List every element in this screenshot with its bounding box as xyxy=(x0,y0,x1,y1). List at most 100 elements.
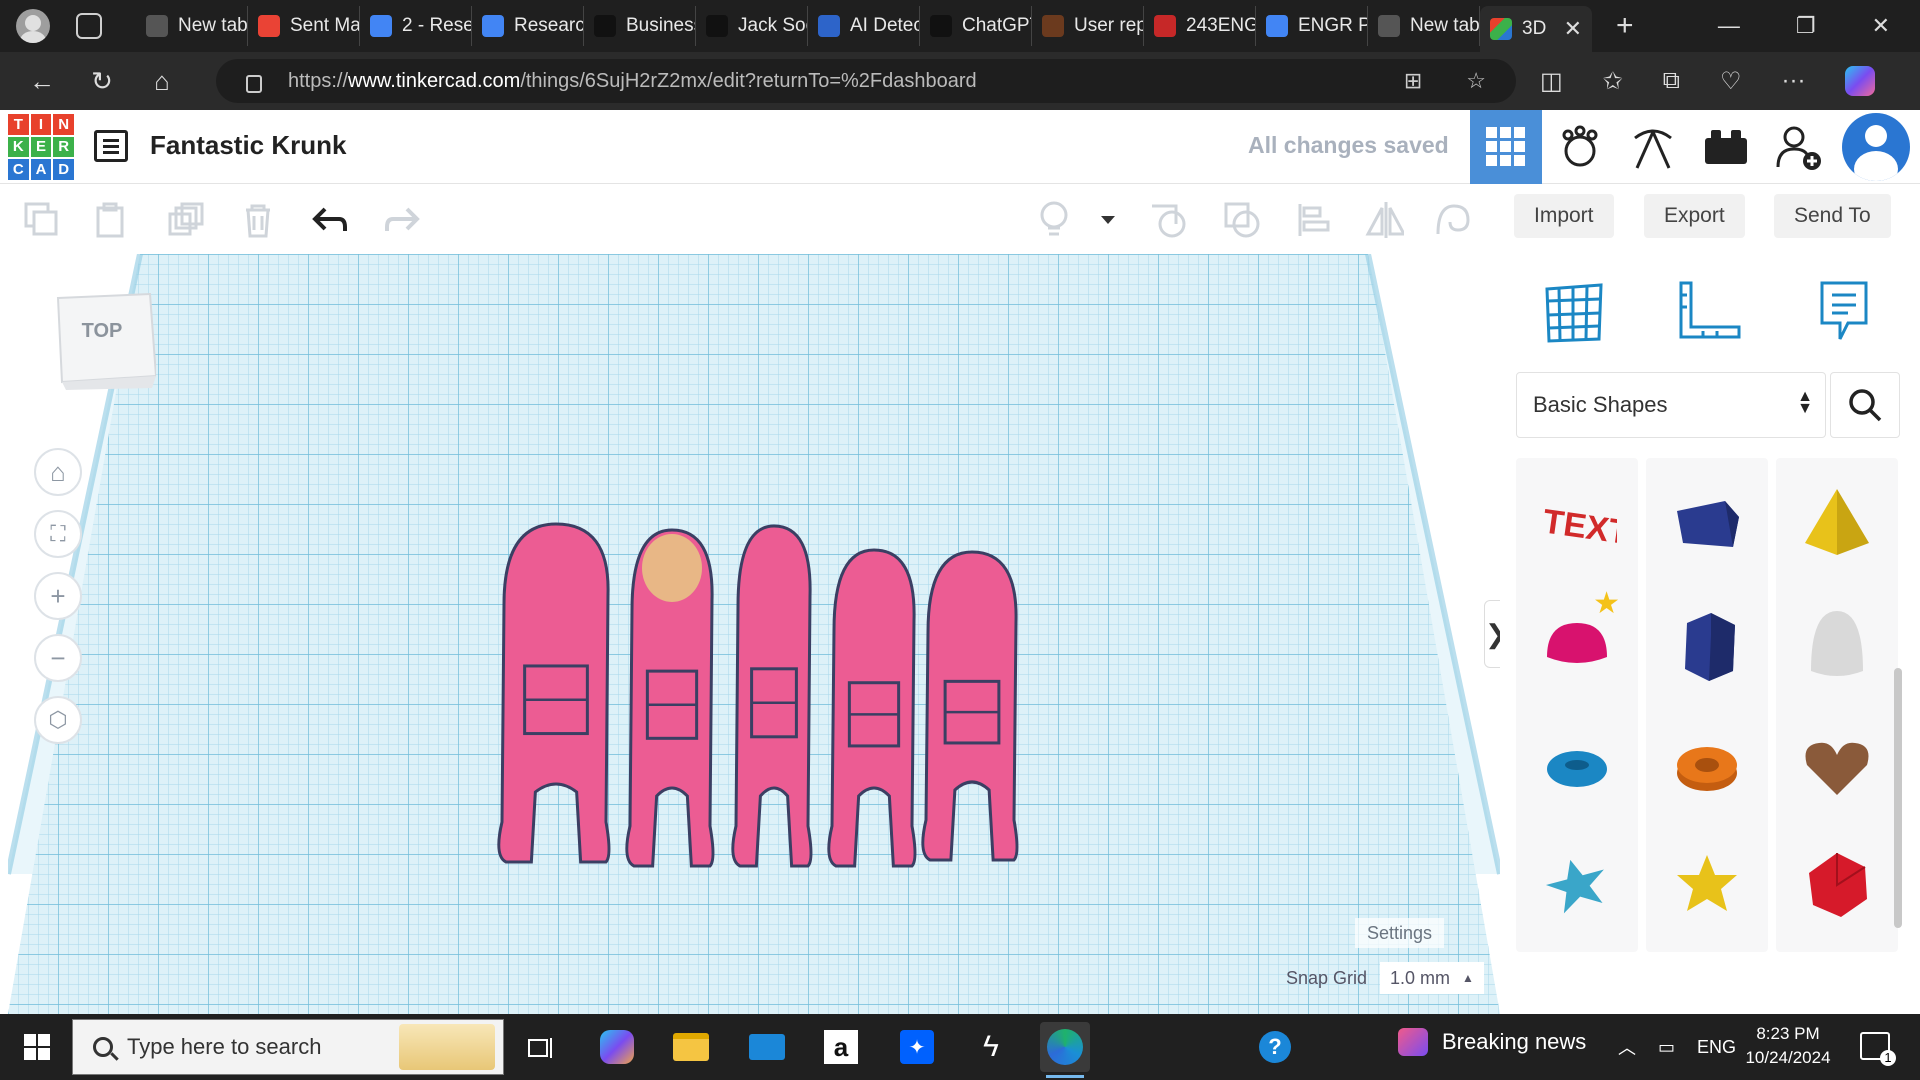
shape-star-six[interactable] xyxy=(1646,818,1768,952)
browser-tab[interactable]: ENGR P xyxy=(1256,6,1368,46)
shape-polygon[interactable] xyxy=(1646,578,1768,712)
workplane-viewport[interactable]: TOP xyxy=(8,254,1500,1014)
tab-tinkercad-active[interactable]: 3D ✕ xyxy=(1480,6,1592,52)
finger-models[interactable] xyxy=(497,522,1019,868)
menu-icon[interactable] xyxy=(94,130,128,162)
shape-star[interactable] xyxy=(1516,818,1638,952)
tinkercad-logo[interactable]: TIN KER CAD xyxy=(8,114,74,180)
home-icon[interactable]: ⌂ xyxy=(132,56,192,106)
close-window-icon[interactable]: ✕ xyxy=(1872,13,1890,39)
back-icon[interactable]: ← xyxy=(12,56,72,106)
collections-icon[interactable]: ⧉ xyxy=(1663,67,1680,95)
new-tab-icon[interactable]: + xyxy=(1616,9,1634,43)
taskbar-search[interactable]: Type here to search xyxy=(72,1019,504,1075)
task-view-icon[interactable] xyxy=(516,1022,566,1072)
browser-tab[interactable]: ChatGPT xyxy=(920,6,1032,46)
shape-half-sphere[interactable]: ★ xyxy=(1516,578,1638,712)
close-tab-icon[interactable]: ✕ xyxy=(1564,16,1582,42)
send-to-button[interactable]: Send To xyxy=(1774,194,1891,238)
3d-design-view-button[interactable] xyxy=(1470,110,1542,184)
shape-paraboloid[interactable] xyxy=(1776,578,1898,712)
browser-tab[interactable]: Business xyxy=(584,6,696,46)
notes-dropdown-icon[interactable] xyxy=(1088,200,1128,240)
shape-heart[interactable] xyxy=(1776,698,1898,832)
shape-tube[interactable] xyxy=(1646,698,1768,832)
file-explorer-icon[interactable] xyxy=(666,1022,716,1072)
settings-button[interactable]: Settings xyxy=(1355,918,1445,948)
workspaces-icon[interactable] xyxy=(76,13,102,39)
favorites-icon[interactable]: ✩ xyxy=(1603,67,1623,96)
shape-text[interactable]: TEXT xyxy=(1516,458,1638,592)
browser-tab[interactable]: Jack Soo xyxy=(696,6,808,46)
ruler-tool-button[interactable] xyxy=(1670,274,1746,350)
notes-tool-button[interactable] xyxy=(1806,274,1882,350)
view-cube[interactable]: TOP xyxy=(52,290,158,390)
minimize-icon[interactable]: — xyxy=(1718,13,1740,39)
user-avatar[interactable] xyxy=(1842,113,1910,181)
language-indicator[interactable]: ENG xyxy=(1697,1037,1736,1058)
delete-icon[interactable] xyxy=(238,200,278,240)
ungroup-icon[interactable] xyxy=(1222,200,1262,240)
start-button[interactable] xyxy=(24,1034,50,1060)
duplicate-icon[interactable] xyxy=(166,200,206,240)
shape-pyramid[interactable] xyxy=(1776,458,1898,592)
more-options-icon[interactable]: ··· xyxy=(1781,67,1805,95)
profile-icon[interactable] xyxy=(16,9,50,43)
browser-tab[interactable]: User rep xyxy=(1032,6,1144,46)
invite-user-button[interactable] xyxy=(1764,110,1836,184)
restore-icon[interactable]: ❐ xyxy=(1796,13,1816,39)
project-title[interactable]: Fantastic Krunk xyxy=(150,130,347,161)
browser-tab[interactable]: 243ENG xyxy=(1144,6,1256,46)
align-icon[interactable] xyxy=(1294,200,1334,240)
mail-icon[interactable] xyxy=(742,1022,792,1072)
browser-tab[interactable]: 2 - Research xyxy=(360,6,472,46)
address-bar[interactable]: https://www.tinkercad.com/things/6SujH2r… xyxy=(216,59,1516,103)
home-view-button[interactable]: ⌂ xyxy=(34,448,82,496)
copy-icon[interactable] xyxy=(22,200,62,240)
edge-browser-icon[interactable] xyxy=(1040,1022,1090,1078)
clock[interactable]: 8:23 PM 10/24/2024 xyxy=(1738,1022,1838,1070)
apps-icon[interactable]: ⊞ xyxy=(1404,68,1422,94)
nail-cap[interactable] xyxy=(642,534,702,602)
shape-search-button[interactable] xyxy=(1830,372,1900,438)
zoom-out-button[interactable]: − xyxy=(34,634,82,682)
notes-lightbulb-icon[interactable] xyxy=(1034,200,1074,240)
zoom-in-button[interactable]: + xyxy=(34,572,82,620)
workplane-grid[interactable] xyxy=(8,254,1500,1014)
shape-category-select[interactable]: Basic Shapes ▲ ▼ xyxy=(1516,372,1826,438)
browser-tab[interactable]: AI Detector xyxy=(808,6,920,46)
cruise-icon[interactable] xyxy=(1432,200,1472,240)
undo-icon[interactable] xyxy=(310,200,350,240)
browser-tab[interactable]: Sent Mail xyxy=(248,6,360,46)
snap-grid-select[interactable]: 1.0 mm ▲ xyxy=(1380,962,1484,994)
sim-lab-button[interactable] xyxy=(1544,110,1616,184)
refresh-icon[interactable]: ↻ xyxy=(72,56,132,106)
browser-tab[interactable]: New tab xyxy=(136,6,248,46)
export-button[interactable]: Export xyxy=(1644,194,1745,238)
favorite-star-icon[interactable]: ☆ xyxy=(1466,68,1486,94)
import-button[interactable]: Import xyxy=(1514,194,1614,238)
help-icon[interactable]: ? xyxy=(1250,1022,1300,1072)
notification-icon[interactable]: 1 xyxy=(1860,1032,1896,1066)
paste-icon[interactable] xyxy=(92,200,132,240)
workplane-tool-button[interactable] xyxy=(1536,274,1612,350)
browser-tab[interactable]: New tab xyxy=(1368,6,1480,46)
blocks-button[interactable] xyxy=(1690,110,1762,184)
redo-icon[interactable] xyxy=(382,200,422,240)
bricks-button[interactable] xyxy=(1616,110,1688,184)
chevron-up-icon[interactable]: ︿ xyxy=(1618,1034,1636,1060)
browser-essentials-icon[interactable]: ♡ xyxy=(1720,67,1742,96)
battery-icon[interactable]: ▭ xyxy=(1658,1037,1675,1058)
dropbox-icon[interactable]: ✦ xyxy=(892,1022,942,1072)
copilot-taskbar-icon[interactable] xyxy=(592,1022,642,1072)
split-screen-icon[interactable]: ◫ xyxy=(1540,67,1563,96)
news-widget[interactable]: Breaking news xyxy=(1398,1028,1586,1056)
amazon-icon[interactable]: a xyxy=(816,1022,866,1072)
shape-torus[interactable] xyxy=(1516,698,1638,832)
shape-box[interactable] xyxy=(1646,458,1768,592)
group-icon[interactable] xyxy=(1148,200,1188,240)
panel-scrollbar[interactable] xyxy=(1894,668,1902,928)
app-lightning-icon[interactable]: ϟ xyxy=(966,1022,1016,1072)
browser-tab[interactable]: Research xyxy=(472,6,584,46)
fit-view-button[interactable]: ⛶ xyxy=(34,510,82,558)
